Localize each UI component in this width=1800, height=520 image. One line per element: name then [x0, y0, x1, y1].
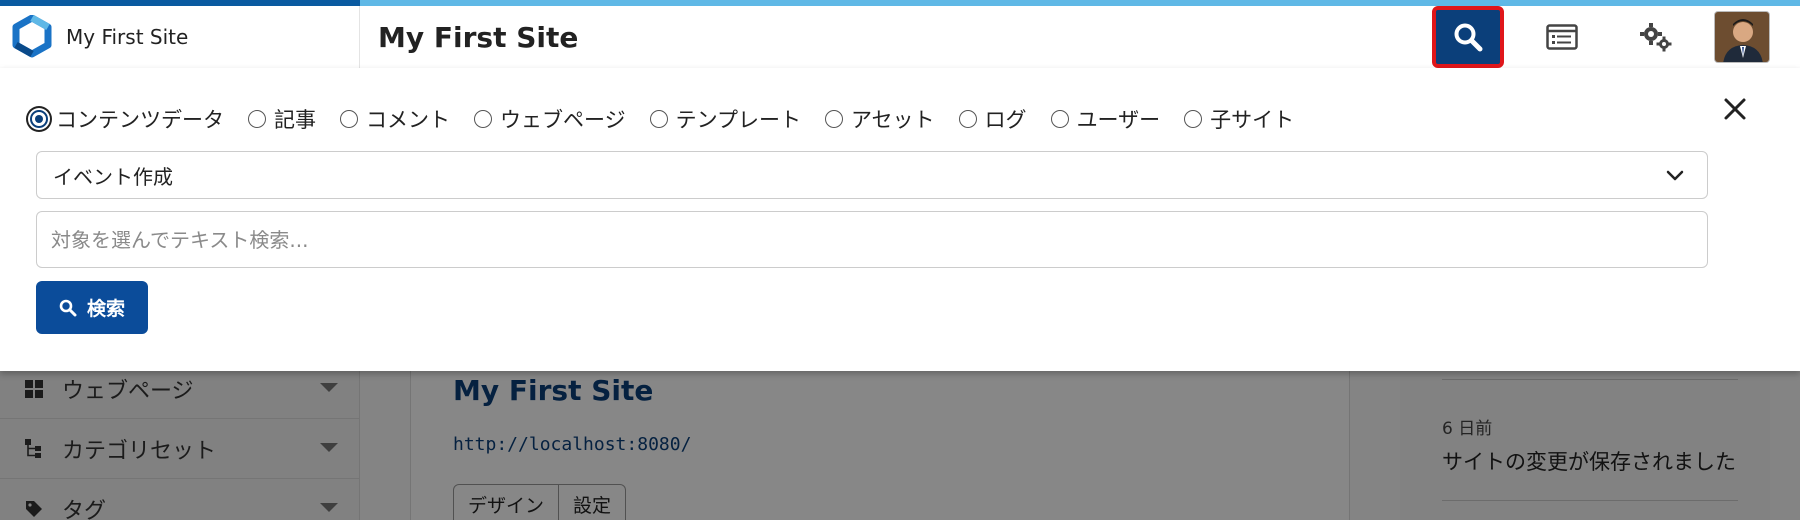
- avatar[interactable]: [1714, 11, 1770, 63]
- scope-label: 記事: [274, 108, 316, 132]
- scope-label: ユーザー: [1076, 108, 1161, 132]
- search-button[interactable]: [1432, 6, 1504, 68]
- scope-label: 子サイト: [1210, 108, 1295, 132]
- scope-label: ウェブページ: [500, 108, 626, 132]
- radio-button[interactable]: [958, 110, 977, 128]
- scope-label: ログ: [984, 108, 1027, 132]
- settings-button[interactable]: [1620, 6, 1692, 68]
- radio-button[interactable]: [824, 110, 843, 128]
- chevron-down-icon: [1666, 170, 1684, 181]
- brand-name: My First Site: [66, 25, 189, 49]
- radio-button[interactable]: [30, 110, 48, 128]
- scope-label: コンテンツデータ: [56, 108, 224, 132]
- scope-option-webpages[interactable]: ウェブページ: [474, 104, 626, 134]
- search-query-input[interactable]: [36, 211, 1708, 268]
- search-icon: [59, 299, 77, 316]
- app-header: My First Site My First Site: [0, 6, 1800, 68]
- list-view-button[interactable]: [1526, 6, 1598, 68]
- scope-option-child-sites[interactable]: 子サイト: [1184, 104, 1294, 134]
- search-icon: [1454, 23, 1483, 52]
- scope-label: テンプレート: [675, 108, 801, 132]
- header-actions: [1432, 6, 1770, 68]
- radio-button[interactable]: [340, 110, 358, 128]
- list-icon: [1546, 24, 1578, 50]
- scope-option-assets[interactable]: アセット: [824, 104, 935, 134]
- radio-button[interactable]: [474, 110, 492, 128]
- site-logo: [12, 15, 52, 58]
- radio-button[interactable]: [649, 110, 668, 128]
- scope-option-users[interactable]: ユーザー: [1050, 104, 1161, 134]
- scope-label: アセット: [850, 108, 935, 132]
- scope-option-logs[interactable]: ログ: [958, 104, 1027, 134]
- brand[interactable]: My First Site: [0, 6, 360, 68]
- content-type-select[interactable]: イベント作成: [36, 151, 1708, 199]
- search-submit-button[interactable]: 検索: [36, 281, 148, 334]
- search-panel: コンテンツデータ 記事 コメント ウェブページ テンプレート アセット ログ ユ…: [0, 68, 1800, 371]
- gear-icon: [1640, 23, 1672, 52]
- scope-option-content-data[interactable]: コンテンツデータ: [30, 104, 224, 134]
- search-scope-group: コンテンツデータ 記事 コメント ウェブページ テンプレート アセット ログ ユ…: [30, 104, 1318, 134]
- content-type-value: イベント作成: [53, 164, 173, 189]
- close-button[interactable]: [1718, 92, 1752, 126]
- scope-option-templates[interactable]: テンプレート: [649, 104, 801, 134]
- scope-option-entries[interactable]: 記事: [248, 104, 316, 134]
- close-icon: [1724, 98, 1746, 120]
- radio-button[interactable]: [1184, 110, 1203, 128]
- user-photo: [1715, 12, 1769, 62]
- radio-button[interactable]: [248, 110, 266, 128]
- radio-button[interactable]: [1050, 110, 1069, 128]
- scope-option-comments[interactable]: コメント: [340, 104, 450, 134]
- search-submit-label: 検索: [86, 298, 125, 320]
- page-title: My First Site: [378, 20, 579, 54]
- scope-label: コメント: [366, 108, 450, 132]
